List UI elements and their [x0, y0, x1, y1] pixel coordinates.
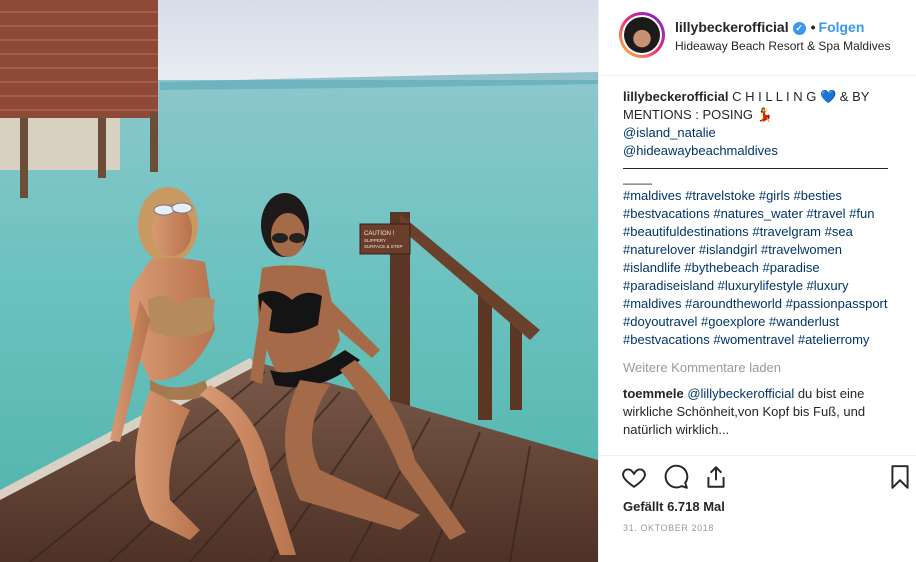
- comments-list[interactable]: lillybeckerofficial C H I L L I N G 💙 & …: [623, 88, 903, 454]
- separator-dot: •: [810, 19, 816, 35]
- post-header: lillybeckerofficial ✓ • Folgen Hideaway Bea…: [599, 0, 916, 76]
- caption: lillybeckerofficial C H I L L I N G 💙 & …: [623, 88, 903, 349]
- instagram-post-view: CAUTION ! SLIPPERY SURFACE & STEP lillyb…: [0, 0, 916, 562]
- action-bar: [599, 455, 916, 499]
- load-more-comments-button[interactable]: Weitere Kommentare laden: [623, 359, 903, 377]
- mention-hideawaybeachmaldives[interactable]: @hideawaybeachmaldives: [623, 142, 903, 160]
- follow-button[interactable]: Folgen: [819, 19, 865, 35]
- post-date[interactable]: 31. OKTOBER 2018: [623, 523, 714, 533]
- share-icon[interactable]: [703, 464, 729, 490]
- caption-hashtags[interactable]: #maldives #travelstoke #girls #besties #…: [623, 187, 903, 349]
- photo-illustration: CAUTION ! SLIPPERY SURFACE & STEP: [0, 0, 598, 562]
- header-username-row: lillybeckerofficial ✓ • Folgen: [675, 19, 864, 35]
- sign-line-2: SLIPPERY: [364, 238, 386, 243]
- mention-island-natalie[interactable]: @island_natalie: [623, 124, 903, 142]
- username-link[interactable]: lillybeckerofficial: [675, 19, 789, 35]
- caption-separator: ____: [623, 170, 652, 185]
- caption-rule: [623, 160, 888, 169]
- comment-item: toemmele @lillybeckerofficial du bist ei…: [623, 385, 903, 439]
- comment-mention[interactable]: @lillybeckerofficial: [687, 386, 794, 401]
- comment-icon[interactable]: [663, 464, 689, 490]
- post-photo[interactable]: CAUTION ! SLIPPERY SURFACE & STEP: [0, 0, 598, 562]
- likes-count[interactable]: Gefällt 6.718 Mal: [623, 499, 725, 514]
- location-link[interactable]: Hideaway Beach Resort & Spa Maldives: [675, 39, 890, 53]
- sign-line-3: SURFACE & STEP: [364, 244, 403, 249]
- bookmark-icon[interactable]: [887, 464, 913, 490]
- caption-username[interactable]: lillybeckerofficial: [623, 89, 729, 104]
- avatar[interactable]: [619, 12, 665, 58]
- comment-username[interactable]: toemmele: [623, 386, 684, 401]
- verified-badge-icon: ✓: [792, 22, 806, 35]
- sign-line-1: CAUTION !: [364, 231, 395, 237]
- post-sidebar: lillybeckerofficial ✓ • Folgen Hideaway Bea…: [598, 0, 916, 562]
- heart-icon[interactable]: [621, 464, 647, 490]
